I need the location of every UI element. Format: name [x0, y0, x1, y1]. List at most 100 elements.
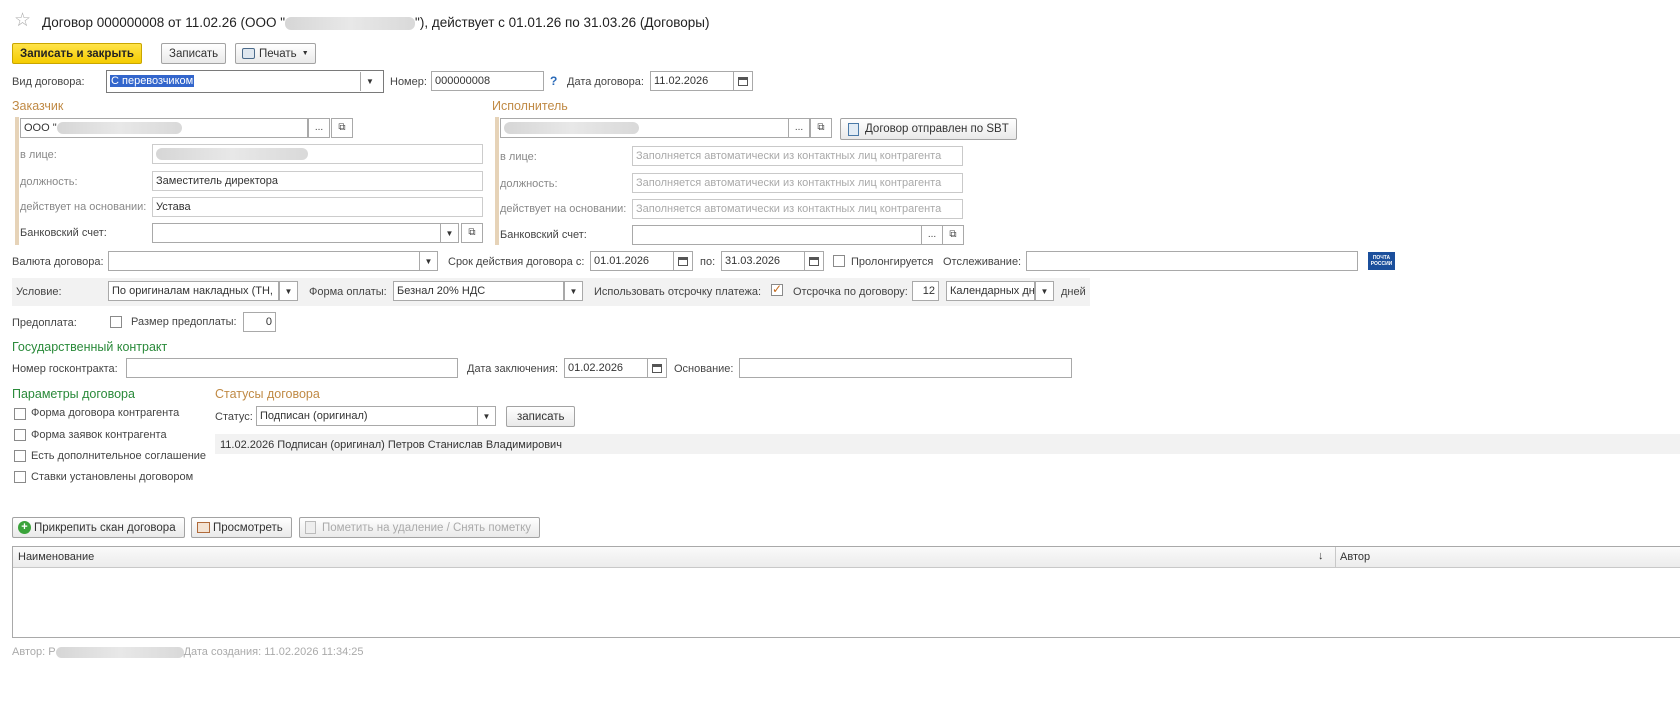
executor-bank-label: Банковский счет:	[500, 229, 587, 241]
view-label: Просмотреть	[213, 521, 283, 534]
condition-select[interactable]: По оригиналам накладных (ТН,	[108, 281, 279, 301]
period-to-calendar-icon[interactable]	[804, 251, 824, 271]
customer-position-label: должность:	[20, 176, 78, 188]
delete-document-icon	[305, 521, 316, 534]
help-icon[interactable]: ?	[550, 74, 557, 88]
executor-bank-select[interactable]	[632, 225, 923, 245]
contract-type-dropdown-icon[interactable]: ▼	[360, 72, 379, 91]
deferral-days-input[interactable]: 12	[912, 281, 939, 301]
param-label-3: Есть дополнительное соглашение	[31, 450, 207, 462]
customer-bank-select[interactable]	[152, 223, 441, 243]
print-label: Печать	[259, 47, 297, 60]
col-separator	[1335, 547, 1336, 568]
favorite-star-icon[interactable]: ☆	[14, 11, 31, 31]
customer-basis-label: действует на основании:	[20, 201, 147, 213]
executor-bank-open-icon[interactable]: ⧉	[942, 225, 964, 245]
param-checkbox-3[interactable]	[14, 450, 26, 462]
customer-person-label: в лице:	[20, 149, 57, 161]
executor-person-input[interactable]: Заполняется автоматически из контактных …	[632, 146, 963, 166]
author-label: Автор:	[12, 646, 46, 658]
print-button[interactable]: Печать ▼	[235, 43, 316, 64]
customer-select-button[interactable]: ...	[308, 118, 330, 138]
executor-select-button[interactable]: ...	[788, 118, 810, 138]
customer-open-icon[interactable]: ⧉	[331, 118, 353, 138]
redacted-counterparty	[285, 16, 416, 30]
period-to-input[interactable]: 31.03.2026	[721, 251, 805, 271]
gov-number-input[interactable]	[126, 358, 458, 378]
customer-bank-open-icon[interactable]: ⧉	[461, 223, 483, 243]
mark-delete-button[interactable]: Пометить на удаление / Снять пометку	[299, 517, 541, 538]
gov-date-label: Дата заключения:	[467, 363, 559, 375]
number-input[interactable]: 000000008	[431, 71, 544, 91]
period-from-calendar-icon[interactable]	[673, 251, 693, 271]
condition-label: Условие:	[16, 286, 62, 298]
executor-header: Исполнитель	[492, 99, 568, 113]
contract-date-label: Дата договора:	[567, 76, 644, 88]
save-and-close-button[interactable]: Записать и закрыть	[12, 43, 142, 64]
customer-basis-input[interactable]: Устава	[152, 197, 483, 217]
save-button[interactable]: Записать	[161, 43, 227, 64]
col-name-header[interactable]: Наименование	[18, 551, 94, 563]
executor-position-input[interactable]: Заполняется автоматически из контактных …	[632, 173, 963, 193]
payment-form-select[interactable]: Безнал 20% НДС	[393, 281, 564, 301]
executor-bank-select-button[interactable]: ...	[921, 225, 943, 245]
contract-type-select[interactable]: С перевозчиком	[106, 70, 384, 93]
contract-date-input[interactable]: 11.02.2026	[650, 71, 734, 91]
calendar-icon[interactable]	[733, 71, 753, 91]
executor-basis-input[interactable]: Заполняется автоматически из контактных …	[632, 199, 963, 219]
printer-icon	[242, 48, 255, 59]
executor-person-label: в лице:	[500, 151, 537, 163]
created-text: Дата создания: 11.02.2026 11:34:25	[183, 646, 364, 658]
executor-open-icon[interactable]: ⧉	[810, 118, 832, 138]
currency-select[interactable]	[108, 251, 420, 271]
gov-basis-label: Основание:	[674, 363, 734, 375]
prolong-checkbox[interactable]	[833, 255, 845, 267]
condition-dropdown-icon[interactable]: ▼	[279, 281, 298, 301]
currency-label: Валюта договора:	[12, 256, 104, 268]
executor-name-input[interactable]	[500, 118, 789, 138]
redacted-customer-name	[56, 122, 182, 135]
col-author-header[interactable]: Автор	[1340, 551, 1370, 563]
sort-arrow-icon[interactable]: ↓	[1318, 550, 1324, 562]
customer-position-input[interactable]: Заместитель директора	[152, 171, 483, 191]
gov-basis-input[interactable]	[739, 358, 1072, 378]
chevron-down-icon: ▼	[301, 50, 309, 57]
param-checkbox-2[interactable]	[14, 429, 26, 441]
table-header	[13, 547, 1680, 568]
gov-number-label: Номер госконтракта:	[12, 363, 118, 375]
attach-scan-button[interactable]: + Прикрепить скан договора	[12, 517, 185, 538]
status-label: Статус:	[215, 411, 253, 423]
sent-via-sbt-button[interactable]: Договор отправлен по SBT	[840, 118, 1017, 140]
customer-header: Заказчик	[12, 99, 64, 113]
prepay-size-input[interactable]: 0	[243, 312, 276, 332]
day-type-dropdown-icon[interactable]: ▼	[1035, 281, 1054, 301]
payment-form-dropdown-icon[interactable]: ▼	[564, 281, 583, 301]
redacted-author-name	[55, 646, 184, 658]
attachments-table[interactable]: Наименование ↓ Автор	[12, 546, 1680, 638]
prepay-checkbox[interactable]	[110, 316, 122, 328]
gov-date-input[interactable]: 01.02.2026	[564, 358, 648, 378]
customer-name-input[interactable]: ООО "	[20, 118, 308, 138]
number-label: Номер:	[390, 76, 427, 88]
customer-group-bar	[15, 117, 19, 245]
customer-name-prefix: ООО "	[24, 122, 57, 134]
status-write-button[interactable]: записать	[506, 406, 576, 427]
customer-person-input[interactable]	[152, 144, 483, 164]
status-history-text: 11.02.2026 Подписан (оригинал) Петров Ст…	[220, 439, 562, 451]
status-dropdown-icon[interactable]: ▼	[477, 406, 496, 426]
author-initial: Р	[48, 646, 56, 658]
gov-date-calendar-icon[interactable]	[647, 358, 667, 378]
period-from-input[interactable]: 01.01.2026	[590, 251, 674, 271]
use-deferral-checkbox[interactable]	[771, 282, 783, 296]
param-checkbox-4[interactable]	[14, 471, 26, 483]
param-checkbox-1[interactable]	[14, 408, 26, 420]
status-select[interactable]: Подписан (оригинал)	[256, 406, 478, 426]
attach-scan-label: Прикрепить скан договора	[34, 521, 176, 534]
tracking-input[interactable]	[1026, 251, 1358, 271]
russian-post-logo[interactable]: ПОЧТА РОССИИ	[1368, 252, 1395, 270]
currency-dropdown-icon[interactable]: ▼	[419, 251, 438, 271]
day-type-select[interactable]: Календарных дн	[946, 281, 1035, 301]
customer-bank-dropdown-icon[interactable]: ▼	[440, 223, 459, 243]
prolong-label: Пролонгируется	[851, 256, 934, 268]
view-button[interactable]: Просмотреть	[191, 517, 292, 538]
